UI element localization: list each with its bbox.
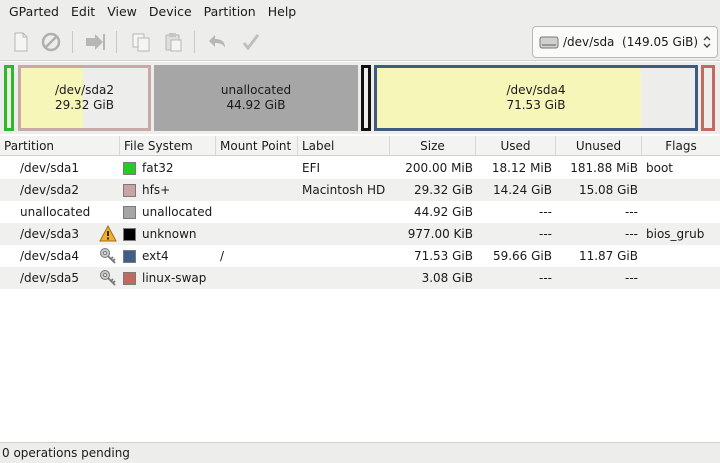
status-text: 0 operations pending [2,446,130,460]
paste-icon[interactable] [162,31,184,53]
harddisk-icon [539,36,559,49]
cell-used: 59.66 GiB [492,249,552,263]
cell-file-system: unknown [142,227,197,241]
graph-segment-sda5[interactable] [701,65,715,131]
fs-color-swatch [123,272,136,285]
graph-segment-sda3[interactable] [361,65,371,131]
cell-size: 71.53 GiB [413,249,473,263]
cell-partition: /dev/sda5 [20,271,80,285]
cell-file-system: fat32 [142,161,174,175]
cell-unused: --- [625,227,638,241]
graph-segment-size: 44.92 GiB [226,98,286,112]
column-partition[interactable]: Partition [0,136,120,156]
cell-partition: /dev/sda1 [20,161,80,175]
cell-partition: unallocated [20,205,91,219]
fs-color-swatch [123,228,136,241]
cell-unused: 15.08 GiB [578,183,638,197]
apply-icon[interactable] [240,31,262,53]
cell-used: --- [539,205,552,219]
cell-unused: --- [625,205,638,219]
graph-segment-label: /dev/sda2 [54,83,115,97]
column-size[interactable]: Size [390,136,476,156]
cell-unused: --- [625,271,638,285]
toolbar-separator [194,31,195,53]
graph-segment-sda1[interactable] [4,65,14,131]
key-icon [100,270,116,286]
cell-size: 29.32 GiB [413,183,473,197]
table-row[interactable]: /dev/sda3 unknown 977.00 KiB --- --- bio… [0,223,720,245]
delete-icon[interactable] [40,31,62,53]
menu-device[interactable]: Device [143,4,198,19]
fs-color-swatch [123,184,136,197]
cell-size: 977.00 KiB [407,227,473,241]
menu-bar: GParted Edit View Device Partition Help [0,0,720,23]
cell-unused: 181.88 MiB [570,161,638,175]
warning-icon [99,225,117,242]
cell-flags: bios_grub [646,227,705,241]
menu-view[interactable]: View [101,4,143,19]
status-bar: 0 operations pending [0,442,720,463]
device-selector[interactable]: /dev/sda (149.05 GiB) [532,26,718,58]
fs-color-swatch [123,250,136,263]
toolbar-separator [72,31,73,53]
table-row[interactable]: /dev/sda1 fat32 EFI 200.00 MiB 18.12 MiB… [0,157,720,179]
new-partition-icon[interactable] [10,31,32,53]
chevron-updown-icon [703,36,711,48]
cell-size: 44.92 GiB [413,205,473,219]
graph-segment-sda4[interactable]: /dev/sda4 71.53 GiB [374,65,698,131]
menu-help[interactable]: Help [262,4,303,19]
column-label[interactable]: Label [298,136,390,156]
resize-move-icon[interactable] [84,31,106,53]
graph-segment-label: unallocated [220,83,292,97]
cell-file-system: linux-swap [142,271,207,285]
menu-edit[interactable]: Edit [65,4,101,19]
cell-mount-point: / [220,249,225,263]
copy-icon[interactable] [130,31,152,53]
fs-color-swatch [123,206,136,219]
column-used[interactable]: Used [476,136,556,156]
cell-used: --- [539,227,552,241]
disk-graph: /dev/sda2 29.32 GiB unallocated 44.92 Gi… [0,62,720,134]
cell-unused: 11.87 GiB [578,249,638,263]
graph-segment-size: 71.53 GiB [506,98,566,112]
graph-segment-label: /dev/sda4 [506,83,566,97]
cell-used: 14.24 GiB [492,183,552,197]
table-row[interactable]: unallocated unallocated 44.92 GiB --- --… [0,201,720,223]
graph-segment-sda2[interactable]: /dev/sda2 29.32 GiB [18,65,151,131]
cell-size: 200.00 MiB [405,161,473,175]
cell-file-system: hfs+ [142,183,171,197]
cell-file-system: ext4 [142,249,169,263]
column-unused[interactable]: Unused [556,136,642,156]
device-selector-value: /dev/sda (149.05 GiB) [563,35,699,49]
column-mount-point[interactable]: Mount Point [216,136,298,156]
toolbar-separator [116,31,117,53]
cell-file-system: unallocated [142,205,213,219]
table-row[interactable]: /dev/sda5 linux-swap 3.08 GiB --- --- [0,267,720,289]
cell-used: 18.12 MiB [491,161,552,175]
cell-partition: /dev/sda3 [20,227,80,241]
partition-table-header: Partition File System Mount Point Label … [0,136,720,156]
column-flags[interactable]: Flags [642,136,720,156]
undo-icon[interactable] [206,31,228,53]
cell-partition: /dev/sda4 [20,249,80,263]
fs-color-swatch [123,162,136,175]
cell-label: EFI [302,161,321,175]
key-icon [100,248,116,264]
menu-partition[interactable]: Partition [198,4,262,19]
graph-segment-unallocated[interactable]: unallocated 44.92 GiB [154,65,358,131]
table-row[interactable]: /dev/sda2 hfs+ Macintosh HD 29.32 GiB 14… [0,179,720,201]
cell-used: --- [539,271,552,285]
cell-partition: /dev/sda2 [20,183,80,197]
cell-label: Macintosh HD [302,183,386,197]
cell-size: 3.08 GiB [421,271,473,285]
graph-segment-size: 29.32 GiB [54,98,115,112]
cell-flags: boot [646,161,674,175]
menu-gparted[interactable]: GParted [3,4,65,19]
column-file-system[interactable]: File System [120,136,216,156]
table-row[interactable]: /dev/sda4 ext4 / 71.53 GiB 59.66 GiB 11.… [0,245,720,267]
